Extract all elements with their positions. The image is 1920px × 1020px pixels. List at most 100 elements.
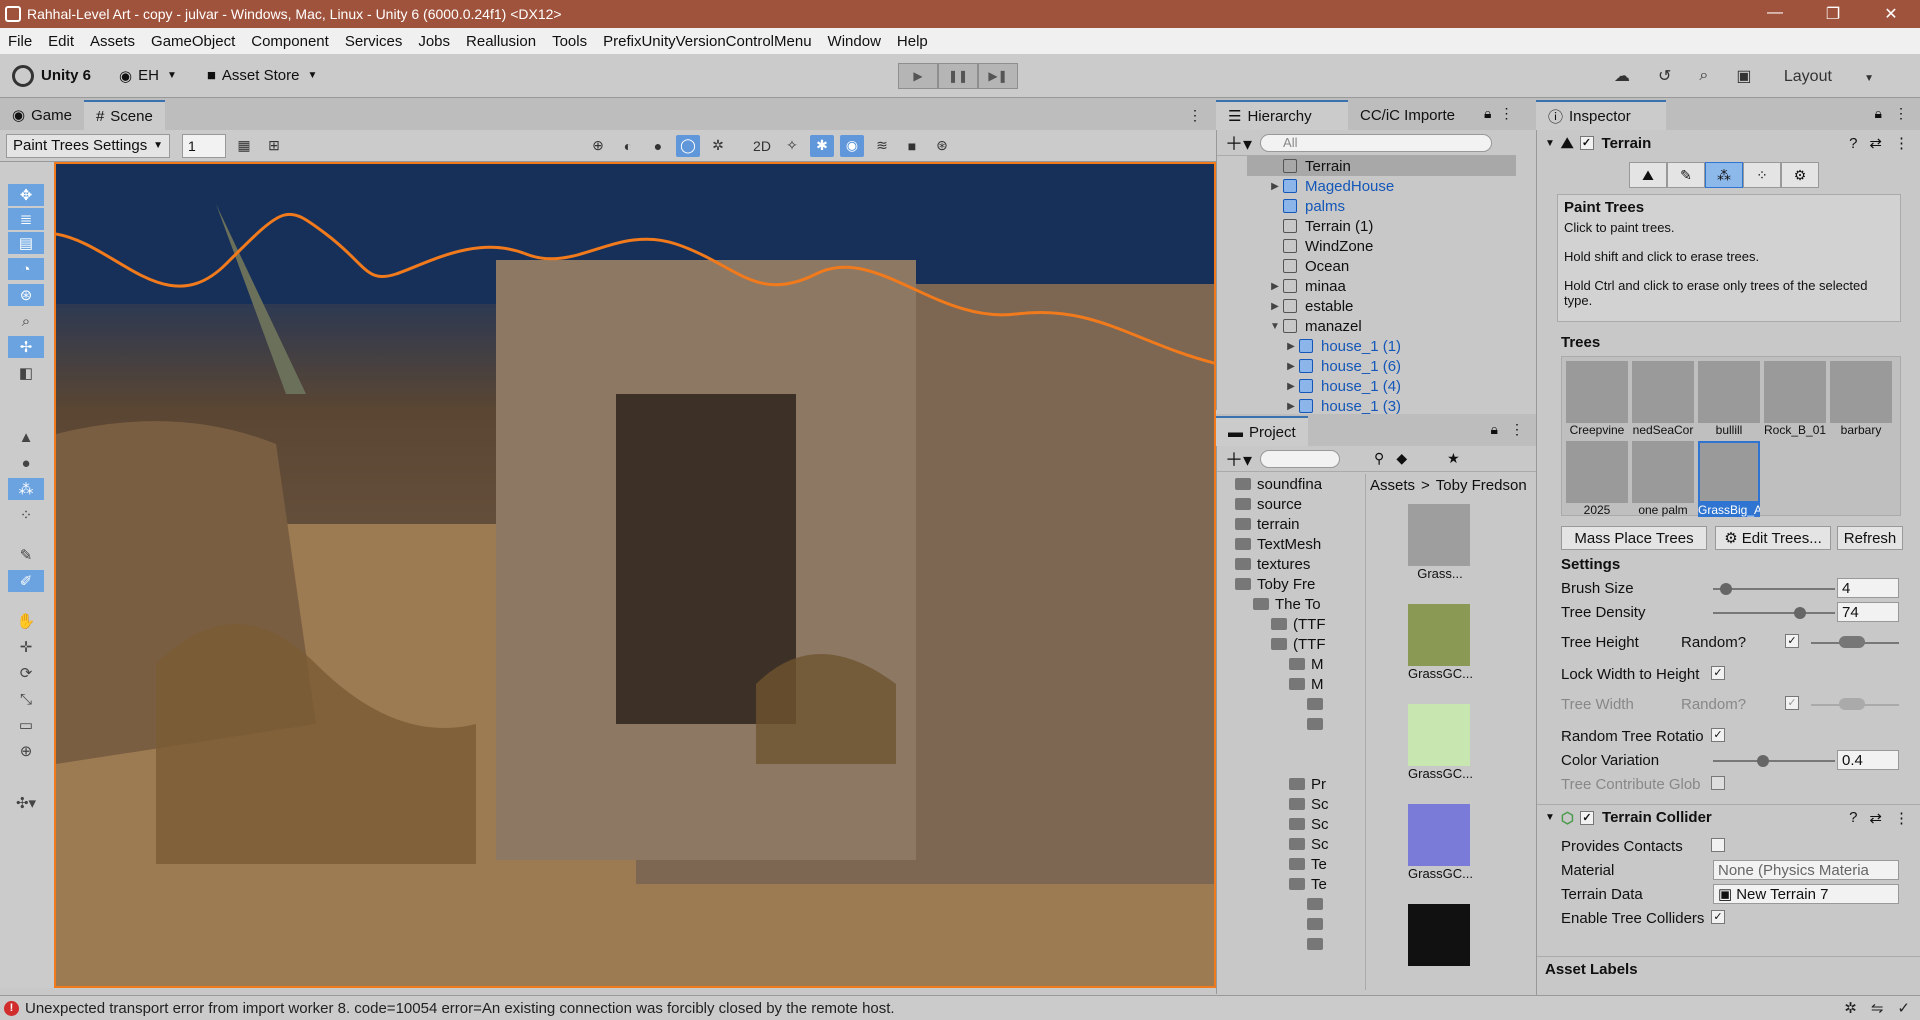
paint-trees-tab-icon[interactable]: ⁂ (1705, 162, 1743, 188)
effects-icon[interactable]: ✱ (810, 134, 834, 157)
hierarchy-item[interactable]: ▶ house_1 (4) (1247, 376, 1516, 396)
check-icon[interactable]: ✓ (1897, 999, 1910, 1017)
breadcrumb-assets[interactable]: Assets (1370, 477, 1415, 494)
project-folder[interactable]: (TTF (1271, 614, 1325, 634)
project-folder[interactable] (1307, 714, 1329, 734)
tab-scene[interactable]: # Scene (83, 100, 165, 130)
menu-jobs[interactable]: Jobs (410, 33, 458, 50)
cloud-icon[interactable]: ☁ (1614, 66, 1630, 86)
hierarchy-item[interactable]: ▼ manazel (1247, 316, 1516, 336)
lock-icon[interactable]: 🔒︎ (1491, 421, 1498, 438)
move-tool-icon[interactable]: ✢ (8, 336, 44, 358)
range-handle[interactable] (1839, 698, 1865, 710)
collider-enabled-checkbox[interactable]: ✓ (1580, 810, 1595, 825)
tree-height-range-slider[interactable] (1811, 636, 1899, 648)
tab-game[interactable]: ◉ Game (0, 100, 84, 130)
preset-icon[interactable]: ⇄ (1869, 134, 1882, 152)
layers-icon[interactable]: ≋ (870, 135, 894, 157)
asset-item[interactable]: Grass... (1408, 504, 1472, 581)
terrain-settings-icon[interactable]: ⚙ (1781, 162, 1819, 188)
step-button[interactable]: ▶❚ (978, 63, 1018, 89)
terrain-component-header[interactable]: ▼ ⛰ ✓ Terrain ? ⇄ ⋮ (1537, 130, 1920, 156)
color-variation-slider[interactable] (1713, 755, 1835, 767)
search-icon[interactable]: ⌕ (1699, 67, 1708, 85)
project-folder[interactable] (1307, 914, 1329, 934)
tree-prototype[interactable]: Creepvine (1566, 361, 1628, 439)
project-folder[interactable]: terrain (1235, 514, 1300, 534)
paint-trees-settings-dropdown[interactable]: Paint Trees Settings ▼ (6, 133, 170, 158)
enable-tree-colliders-checkbox[interactable]: ✓ (1711, 910, 1725, 924)
menu-reallusion[interactable]: Reallusion (458, 33, 544, 50)
hierarchy-item[interactable]: Ocean (1247, 256, 1516, 276)
play-button[interactable]: ▶ (898, 63, 938, 89)
layout-dropdown[interactable]: ▣ Layout ▼ (1736, 66, 1902, 86)
more-icon[interactable]: ⋮ (1894, 809, 1909, 827)
visibility-icon[interactable]: ◉ (840, 134, 864, 157)
restore-icon[interactable]: ❐ (1804, 4, 1862, 24)
add-icon[interactable]: ＋▾ (1225, 130, 1252, 156)
brush-size-field[interactable]: 4 (1837, 578, 1899, 598)
close-icon[interactable]: ✕ (1862, 4, 1920, 24)
tree-density-field[interactable]: 74 (1837, 602, 1899, 622)
move-icon[interactable]: ✛ (8, 636, 44, 658)
project-folder[interactable]: The To (1253, 594, 1321, 614)
tool-icon-4[interactable]: ◔ (8, 258, 44, 280)
menu-gameobject[interactable]: GameObject (143, 33, 243, 50)
foldout-icon[interactable]: ▼ (1267, 321, 1283, 332)
paint-icon[interactable]: ✐ (8, 570, 44, 592)
global-icon[interactable]: ⊕ (586, 135, 610, 157)
terrain-collider-header[interactable]: ▼ ⬡ ✓ Terrain Collider ? ⇄ ⋮ (1537, 804, 1920, 830)
tree-width-random-checkbox[interactable]: ✓ (1785, 696, 1799, 710)
pause-button[interactable]: ❚❚ (938, 63, 978, 89)
mass-place-trees-button[interactable]: Mass Place Trees (1561, 526, 1707, 550)
project-folder[interactable]: M (1289, 674, 1324, 694)
more-icon[interactable]: ⋮ (1510, 421, 1524, 438)
tree-prototype[interactable]: Rock_B_01 (1764, 361, 1826, 439)
tree-prototype[interactable]: 2025 (1566, 441, 1628, 519)
view-tool-icon[interactable]: ✥ (8, 184, 44, 206)
range-handle[interactable] (1839, 636, 1865, 648)
color-variation-knob[interactable] (1757, 755, 1769, 767)
refresh-button[interactable]: Refresh (1837, 526, 1903, 550)
hierarchy-item[interactable]: WindZone (1247, 236, 1516, 256)
more-icon[interactable]: ⋮ (1894, 105, 1908, 122)
foldout-icon[interactable]: ▼ (1545, 812, 1555, 823)
random-rotation-checkbox[interactable]: ✓ (1711, 728, 1725, 742)
tree-prototype[interactable]: GrassBig_A (1698, 441, 1760, 519)
foldout-icon[interactable]: ▶ (1267, 281, 1283, 292)
tab-project[interactable]: ▬ Project (1216, 416, 1308, 446)
snap-icon[interactable]: ⊞ (262, 135, 286, 157)
brush-icon[interactable]: ✎ (8, 544, 44, 566)
foldout-icon[interactable]: ▶ (1267, 181, 1283, 192)
project-folder[interactable]: Te (1289, 874, 1327, 894)
project-folder[interactable] (1307, 694, 1329, 714)
project-folder[interactable] (1307, 894, 1329, 914)
history-icon[interactable]: ↺ (1658, 66, 1671, 86)
camera-icon[interactable]: ■ (900, 135, 924, 157)
terrain-data-field[interactable]: ▣ New Terrain 7 (1713, 884, 1899, 904)
menu-file[interactable]: File (0, 33, 40, 50)
project-folder[interactable]: Sc (1289, 834, 1329, 854)
filter-label-icon[interactable]: ◆ (1396, 450, 1407, 467)
hierarchy-item[interactable]: ▶ house_1 (3) (1247, 396, 1516, 416)
lock-icon[interactable]: 🔒︎ (1875, 105, 1882, 122)
hierarchy-item[interactable]: Terrain (1) (1247, 216, 1516, 236)
project-folder[interactable]: Te (1289, 854, 1327, 874)
create-terrain-icon[interactable]: ⛰ (1629, 162, 1667, 188)
edit-trees-button[interactable]: ⚙ Edit Trees... (1715, 526, 1831, 550)
asset-thumb[interactable] (1408, 904, 1470, 966)
zoom-tool-icon[interactable]: ⌕ (8, 310, 44, 332)
paint-terrain-icon[interactable]: ✎ (1667, 162, 1705, 188)
progress-icon[interactable]: ⇋ (1871, 999, 1884, 1017)
brush-size-knob[interactable] (1719, 583, 1732, 595)
transform-icon[interactable]: ⊕ (8, 740, 44, 762)
project-folder[interactable]: Sc (1289, 814, 1329, 834)
foldout-icon[interactable]: ▶ (1283, 341, 1299, 352)
project-folder[interactable]: Toby Fre (1235, 574, 1315, 594)
hierarchy-item[interactable]: Terrain (1247, 156, 1516, 176)
help-icon[interactable]: ? (1849, 135, 1857, 152)
paint-trees-icon[interactable]: ⁂ (8, 478, 44, 500)
foldout-icon[interactable]: ▶ (1283, 401, 1299, 412)
menu-services[interactable]: Services (337, 33, 411, 50)
shaded-icon[interactable]: ● (646, 135, 670, 157)
